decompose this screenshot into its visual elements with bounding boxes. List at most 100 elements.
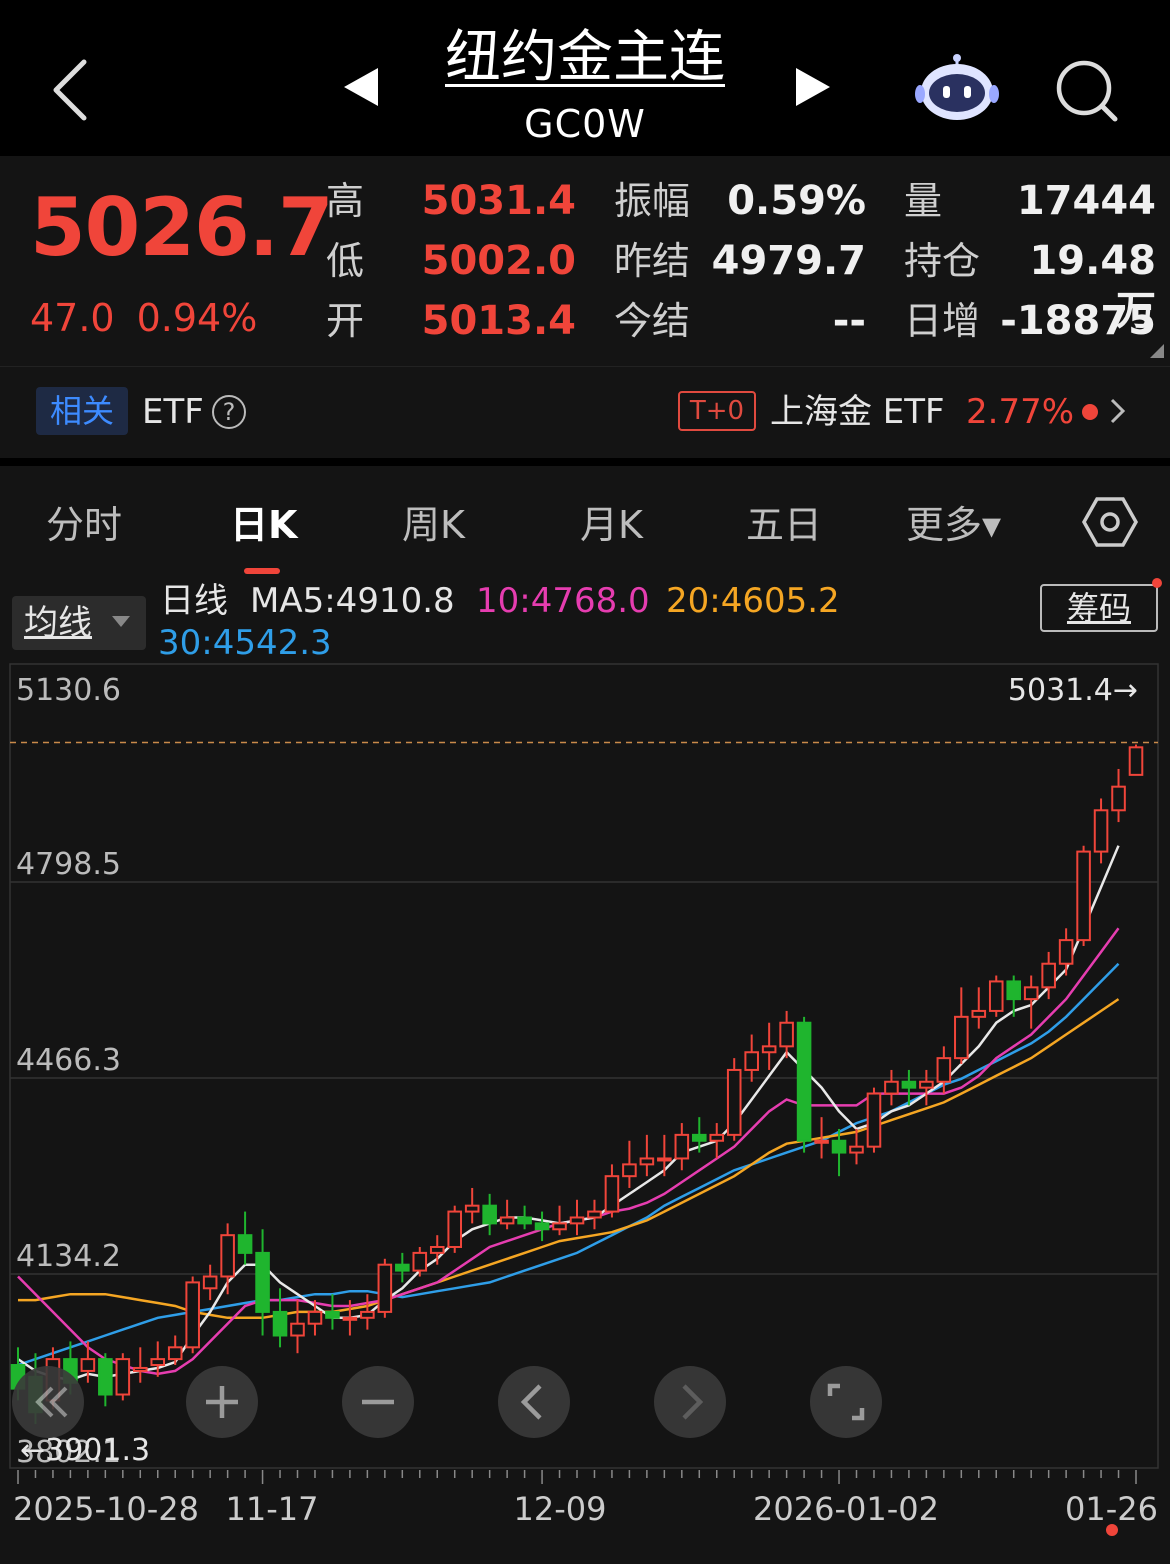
robot-assistant-icon[interactable] (914, 52, 1000, 124)
high-value: 5031.4 (421, 178, 576, 224)
candle-body (517, 1216, 532, 1225)
chevron-right-icon[interactable] (1106, 396, 1128, 426)
tab-daily-k[interactable]: 日K (230, 500, 297, 550)
prev-settle-label: 昨结 (614, 239, 691, 283)
prev-contract-icon[interactable] (338, 62, 384, 112)
candle-body (744, 1051, 759, 1071)
candle-body (447, 1210, 463, 1248)
amplitude-label: 振幅 (614, 179, 691, 223)
tab-five-day[interactable]: 五日 (746, 500, 822, 550)
candle-body (552, 1222, 567, 1231)
settings-hexagon-icon[interactable] (1082, 494, 1138, 550)
x-tick-label: 2025-10-28 (13, 1490, 199, 1528)
daily-change-label: 日增 (904, 299, 981, 343)
ma5-line (17, 845, 1120, 1382)
candle-body (167, 1346, 183, 1361)
ma10-line (17, 927, 1120, 1376)
candle-body (429, 1245, 445, 1254)
indicator-dot-icon (1106, 1524, 1118, 1536)
volume-label: 量 (904, 179, 943, 223)
zoom-out-icon (362, 1399, 394, 1405)
candle-body (132, 1366, 148, 1372)
candle-body (988, 980, 1004, 1012)
search-icon[interactable] (1052, 56, 1122, 126)
candle-body (150, 1358, 166, 1367)
low-marker-label: ←3901.3 (20, 1433, 150, 1468)
ma30-line (17, 962, 1120, 1367)
active-tab-indicator (244, 568, 280, 574)
fullscreen-button[interactable] (810, 1366, 882, 1438)
open-interest-label: 持仓 (904, 239, 981, 283)
candle-body (919, 1080, 934, 1089)
rewind-icon (35, 1386, 68, 1418)
candle-body (202, 1275, 218, 1290)
etf-label: ETF (142, 392, 204, 432)
candle-body (849, 1145, 864, 1154)
candle-body (936, 1057, 952, 1083)
candle-body (674, 1133, 690, 1160)
candle-body (639, 1157, 655, 1166)
candle-body (1041, 962, 1056, 989)
prev-icon (520, 1384, 542, 1420)
y-tick-label: 4134.2 (16, 1239, 121, 1274)
candle-body (307, 1310, 323, 1325)
change-value: 47.0 (30, 296, 115, 340)
zoom-in-icon (206, 1386, 238, 1418)
x-tick-label: 11-17 (226, 1490, 319, 1528)
prev-settle-value: 4979.7 (711, 238, 866, 284)
etf-percent: 2.77% (966, 392, 1075, 432)
x-tick-label: 12-09 (514, 1490, 607, 1528)
header: 纽约金主连 GC0W (0, 0, 1170, 156)
candle-body (377, 1263, 393, 1313)
amplitude-value: 0.59% (727, 178, 866, 224)
x-tick-label: 01-26 (1065, 1490, 1158, 1528)
help-icon[interactable]: ? (212, 395, 246, 429)
related-etf-row[interactable]: 相关 ETF ? T+0 上海金 ETF 2.77% (0, 366, 1170, 458)
tab-intraday[interactable]: 分时 (46, 500, 122, 550)
zoom-in-button[interactable] (186, 1366, 258, 1438)
rewind-button[interactable] (12, 1366, 84, 1438)
candle-body (1058, 939, 1074, 965)
candle-body (709, 1133, 725, 1142)
page-title[interactable]: 纽约金主连 (420, 20, 750, 96)
x-tick-label: 2026-01-02 (753, 1490, 939, 1528)
related-badge: 相关 (36, 387, 128, 435)
scroll-right-button[interactable] (654, 1366, 726, 1438)
quote-panel: 5026.7 47.0 0.94% 高 5031.4 低 5002.0 开 501… (0, 156, 1170, 366)
next-contract-icon[interactable] (790, 62, 836, 112)
fullscreen-icon (827, 1383, 865, 1421)
candle-body (220, 1234, 235, 1278)
tab-monthly-k[interactable]: 月K (580, 500, 643, 550)
high-label: 高 (326, 179, 365, 223)
y-tick-label: 5130.6 (16, 673, 121, 708)
zoom-out-button[interactable] (342, 1366, 414, 1438)
daily-change-value: -18875 (1000, 298, 1156, 344)
candle-body (325, 1310, 340, 1319)
candle-body (796, 1021, 812, 1142)
live-dot-icon (1082, 404, 1098, 420)
tab-weekly-k[interactable]: 周K (402, 500, 465, 550)
candle-body (691, 1133, 707, 1142)
price-change: 47.0 0.94% (30, 292, 279, 344)
candle-body (1023, 986, 1039, 1001)
tab-more[interactable]: 更多▾ (906, 500, 1001, 550)
candle-body (1076, 850, 1091, 942)
candle-body (779, 1021, 794, 1048)
back-icon[interactable] (40, 50, 100, 130)
settle-label: 今结 (614, 299, 691, 343)
scroll-left-button[interactable] (498, 1366, 570, 1438)
last-price: 5026.7 (30, 181, 334, 274)
y-tick-label: 4798.5 (16, 847, 121, 882)
low-label: 低 (326, 239, 365, 283)
y-tick-label: 4466.3 (16, 1043, 121, 1078)
candle-body (954, 1015, 969, 1060)
candle-body (499, 1216, 515, 1225)
candle-body (1128, 746, 1144, 776)
candle-body (1093, 809, 1109, 853)
expand-corner-icon[interactable] (1150, 344, 1164, 358)
candlestick-chart[interactable]: 5130.64798.54466.34134.23802.15031.4→←39… (0, 578, 1170, 1564)
change-percent: 0.94% (136, 296, 258, 340)
candle-body (587, 1210, 602, 1219)
candle-body (290, 1322, 305, 1337)
candle-body (569, 1216, 585, 1225)
